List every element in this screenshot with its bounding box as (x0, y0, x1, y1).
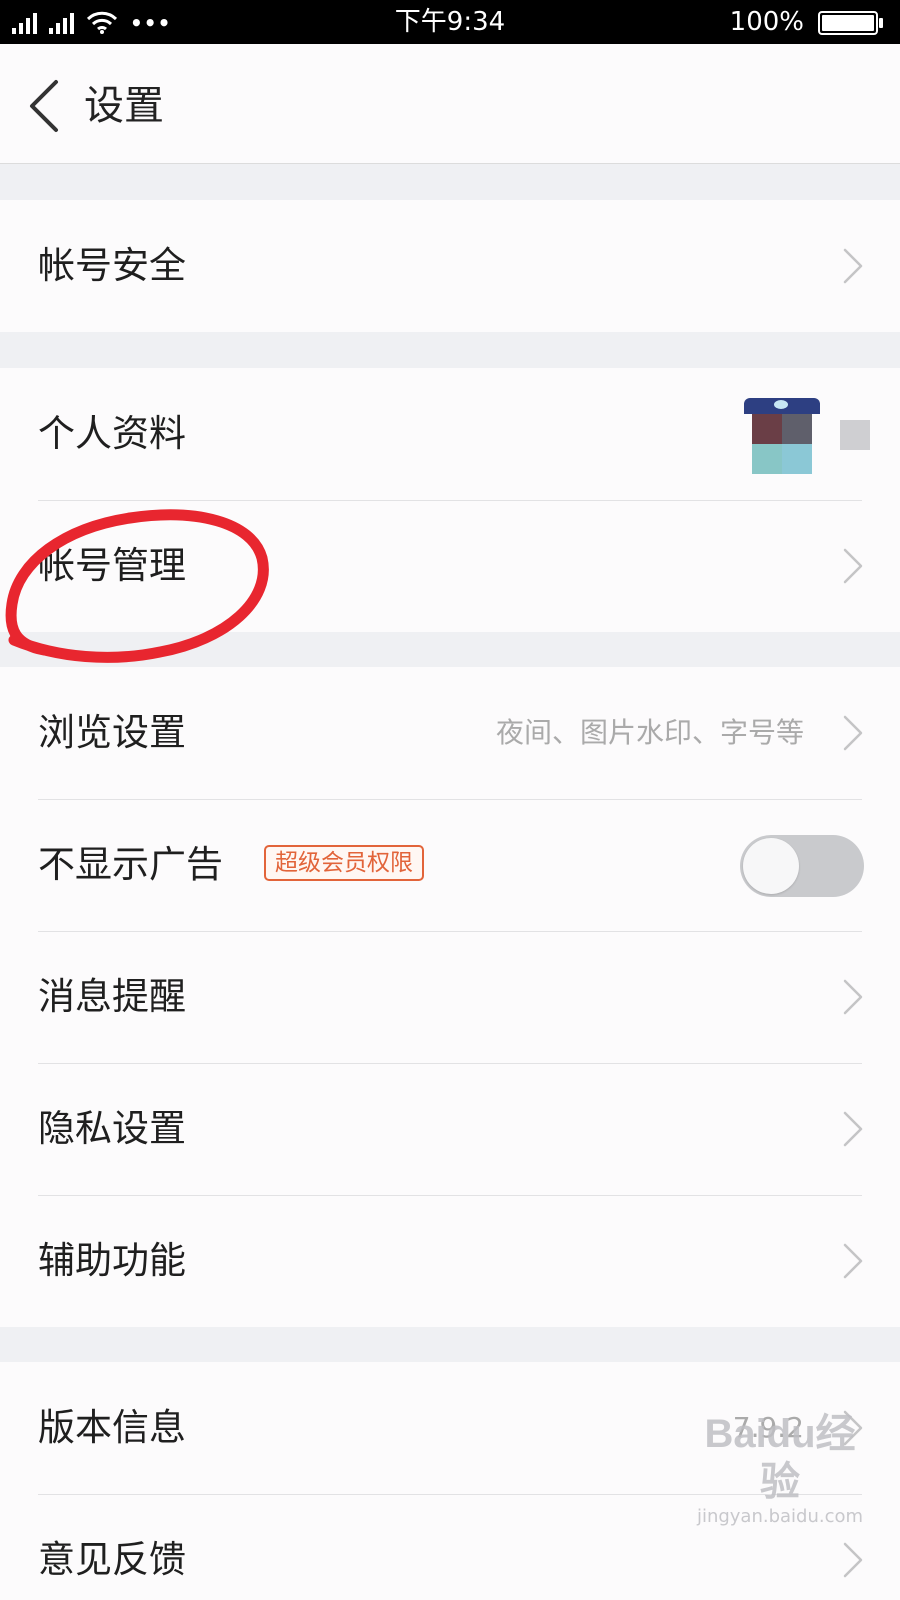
page-header: 设置 (0, 44, 900, 164)
chevron-right-icon (843, 248, 863, 284)
hide-ads-toggle[interactable] (740, 835, 864, 897)
row-label: 意见反馈 (38, 1538, 186, 1581)
settings-row-account-security[interactable]: 帐号安全 (0, 200, 900, 332)
row-label: 不显示广告 (38, 843, 223, 886)
settings-row-notifications[interactable]: 消息提醒 (0, 931, 900, 1063)
blurred-placeholder (840, 420, 870, 450)
page-title: 设置 (84, 83, 164, 129)
row-label: 消息提醒 (38, 975, 186, 1018)
row-label: 浏览设置 (38, 711, 186, 754)
row-label: 辅助功能 (38, 1239, 186, 1282)
watermark-logo: Baidu经验 (704, 1412, 856, 1504)
settings-group-profile: 个人资料 帐号管理 (0, 368, 900, 632)
row-value: 夜间、图片水印、字号等 (495, 716, 804, 749)
settings-row-hide-ads: 不显示广告 超级会员权限 (0, 799, 900, 931)
settings-group-general: 浏览设置 夜间、图片水印、字号等 不显示广告 超级会员权限 消息提醒 隐私设置 … (0, 667, 900, 1327)
baidu-watermark: Baidu经验 jingyan.baidu.com (690, 1410, 870, 1527)
row-label: 帐号管理 (38, 544, 186, 587)
settings-row-privacy[interactable]: 隐私设置 (0, 1063, 900, 1195)
settings-row-accessibility[interactable]: 辅助功能 (0, 1195, 900, 1327)
settings-row-profile[interactable]: 个人资料 (0, 368, 900, 500)
chevron-right-icon (843, 979, 863, 1015)
row-label: 帐号安全 (38, 244, 186, 287)
chevron-right-icon (843, 1542, 863, 1578)
chevron-right-icon (843, 548, 863, 584)
avatar (744, 398, 820, 474)
row-label: 隐私设置 (38, 1107, 186, 1150)
battery-percent: 100% (729, 7, 804, 37)
settings-row-account-management[interactable]: 帐号管理 (0, 500, 900, 632)
vip-badge: 超级会员权限 (264, 845, 424, 881)
chevron-right-icon (843, 1243, 863, 1279)
row-label: 版本信息 (38, 1406, 186, 1449)
watermark-url: jingyan.baidu.com (696, 1506, 864, 1527)
settings-row-browse-settings[interactable]: 浏览设置 夜间、图片水印、字号等 (0, 667, 900, 799)
row-label: 个人资料 (38, 412, 186, 455)
chevron-left-icon[interactable] (26, 78, 62, 134)
status-bar: ••• 下午9:34 100% (0, 0, 900, 44)
chevron-right-icon (843, 715, 863, 751)
battery-icon (818, 11, 883, 35)
settings-group-security: 帐号安全 (0, 200, 900, 332)
chevron-right-icon (843, 1111, 863, 1147)
toggle-knob (743, 838, 799, 894)
